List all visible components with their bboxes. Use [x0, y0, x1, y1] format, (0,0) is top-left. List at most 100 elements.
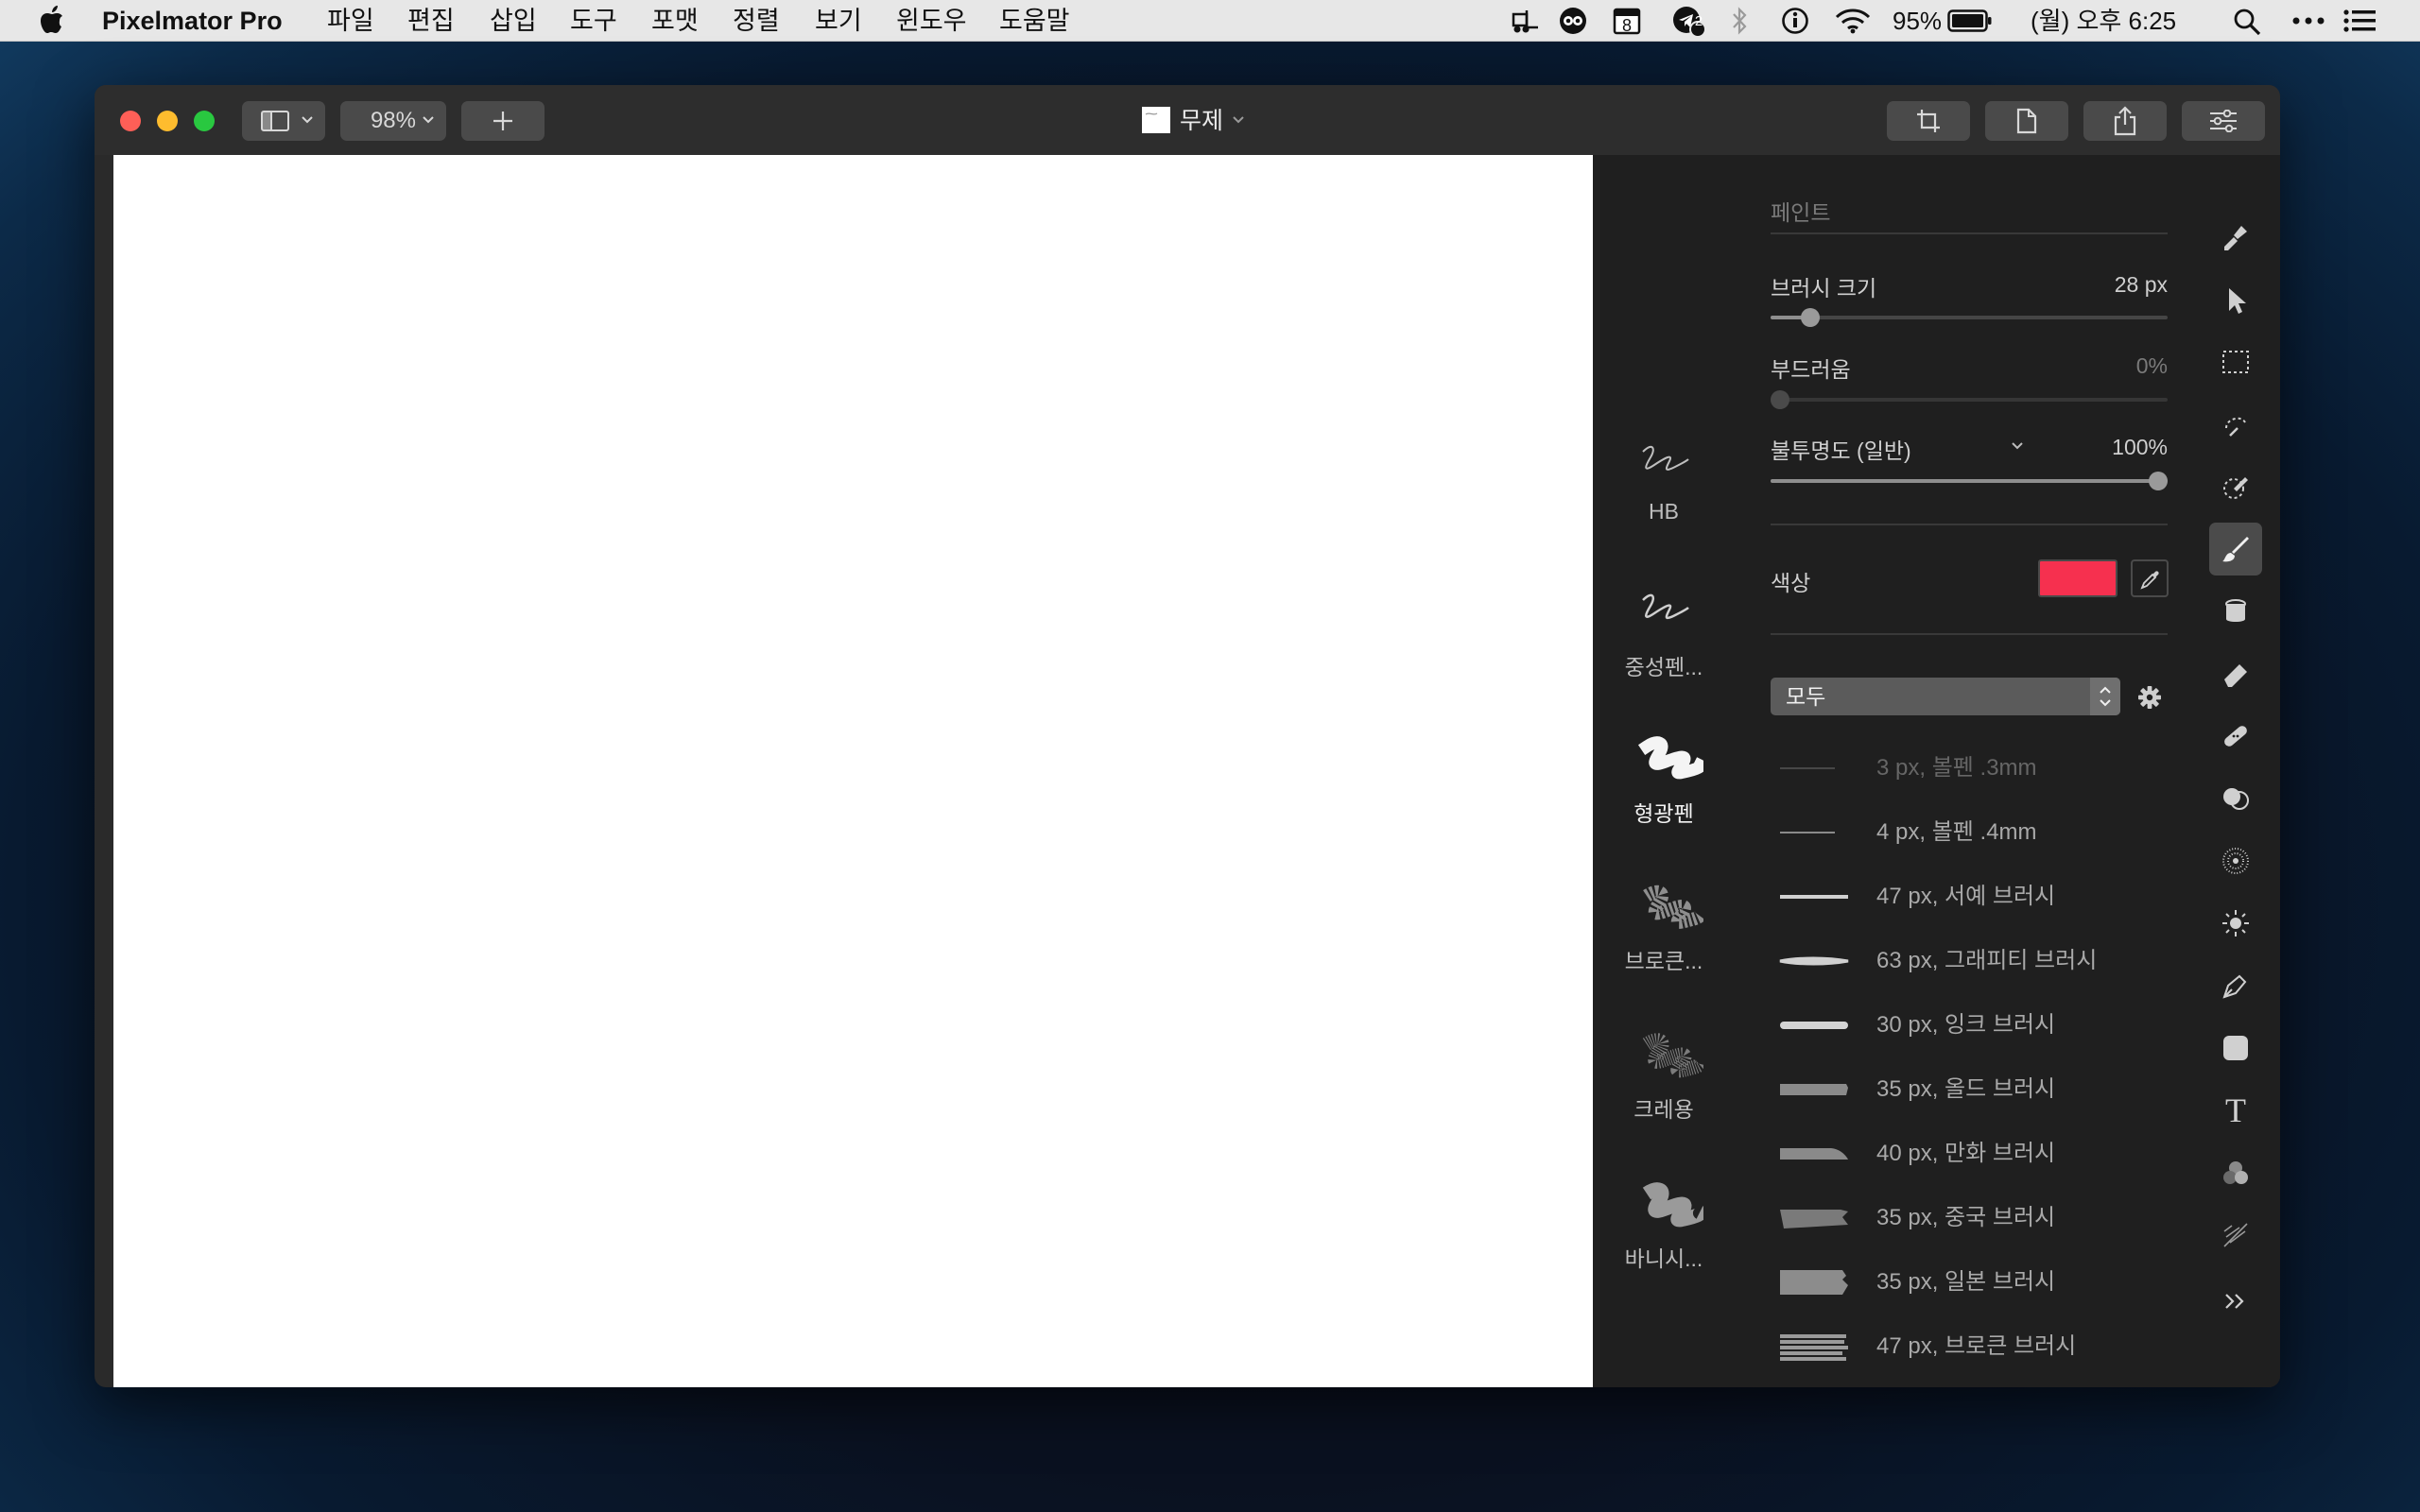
brush-item[interactable]: 63 px, 그래피티 브러시	[1771, 934, 2215, 988]
menu-help[interactable]: 도움말	[999, 0, 1070, 42]
opacity-slider[interactable]	[1771, 472, 2168, 490]
brush-item-label: 35 px, 중국 브러시	[1876, 1205, 2056, 1230]
zoom-value: 98%	[370, 108, 416, 133]
tool-style[interactable]	[2209, 211, 2262, 264]
add-button[interactable]	[461, 101, 544, 141]
tool-rect-select[interactable]	[2209, 335, 2262, 388]
brush-item[interactable]: 47 px, 브로큰 브러시	[1771, 1319, 2215, 1374]
brush-item-label: 47 px, 브로큰 브러시	[1876, 1333, 2077, 1359]
title-bar[interactable]: 98% 무제	[95, 85, 2280, 155]
menu-view[interactable]: 보기	[815, 0, 862, 42]
brush-size-slider[interactable]	[1771, 308, 2168, 327]
tool-type[interactable]: T	[2209, 1084, 2262, 1137]
menu-file[interactable]: 파일	[327, 0, 374, 42]
crop-button[interactable]	[1887, 101, 1970, 141]
preset-varnish[interactable]: 바니시...	[1593, 1178, 1735, 1292]
softness-value[interactable]: 0%	[2035, 353, 2168, 379]
canvas[interactable]	[113, 155, 1593, 1387]
slider-knob[interactable]	[1771, 390, 1789, 409]
share-button[interactable]	[2083, 101, 2167, 141]
brush-item[interactable]: 35 px, 일본 브러시	[1771, 1255, 2215, 1310]
divider	[1771, 633, 2168, 635]
tool-more[interactable]	[2209, 1275, 2262, 1328]
info-icon[interactable]	[1781, 7, 1809, 35]
tool-clone[interactable]	[2209, 772, 2262, 825]
clone-icon	[2223, 788, 2249, 810]
preset-label: 크레용	[1634, 1097, 1694, 1122]
preset-hb[interactable]: HB	[1593, 438, 1735, 552]
tool-effects[interactable]	[2209, 897, 2262, 950]
brush-item[interactable]: 30 px, 잉크 브러시	[1771, 998, 2215, 1053]
category-select-value: 모두	[1786, 684, 1826, 709]
adjustments-button[interactable]	[2182, 101, 2265, 141]
slider-knob[interactable]	[1801, 308, 1820, 327]
repair-icon	[2224, 726, 2247, 747]
slider-knob[interactable]	[2149, 472, 2168, 490]
gear-icon[interactable]	[2137, 685, 2162, 710]
chevron-down-icon	[302, 116, 313, 124]
softness-slider[interactable]	[1771, 390, 2168, 409]
zoom-dropdown[interactable]: 98%	[340, 101, 446, 141]
highlighter-stroke-icon	[1637, 736, 1703, 780]
chevron-down-icon[interactable]	[1232, 115, 1245, 125]
tool-paint[interactable]	[2209, 523, 2262, 576]
preset-gel-pen[interactable]: 중성펜...	[1593, 587, 1735, 700]
more-menu-icon[interactable]	[2291, 15, 2325, 26]
brush-stroke-preview	[1780, 1210, 1848, 1228]
brush-item[interactable]: 3 px, 볼펜 .3mm	[1771, 741, 2215, 796]
tool-erase[interactable]	[2209, 647, 2262, 700]
menu-arrange[interactable]: 정렬	[733, 0, 780, 42]
tool-shape[interactable]	[2209, 1022, 2262, 1074]
category-select[interactable]: 모두	[1771, 678, 2120, 715]
zoom-button[interactable]	[194, 111, 215, 131]
brush-item[interactable]: 35 px, 중국 브러시	[1771, 1191, 2215, 1246]
apple-icon[interactable]	[40, 6, 64, 34]
tool-distort[interactable]	[2209, 834, 2262, 887]
app-menu[interactable]: Pixelmator Pro	[102, 0, 283, 42]
preset-crayon[interactable]: 크레용	[1593, 1029, 1735, 1143]
spotlight-icon[interactable]	[2233, 8, 2261, 36]
divider	[1771, 524, 2168, 525]
document-thumbnail-icon	[1142, 107, 1170, 133]
eyedropper-button[interactable]	[2131, 559, 2169, 597]
opacity-label[interactable]: 불투명도 (일반)	[1771, 433, 1911, 465]
tool-repair[interactable]	[2209, 710, 2262, 763]
notification-center-icon[interactable]	[2342, 8, 2377, 34]
tool-slice[interactable]	[2209, 1209, 2262, 1262]
tool-paint-bucket[interactable]	[2209, 585, 2262, 638]
tool-magic-select[interactable]	[2209, 398, 2262, 451]
format-button[interactable]	[1985, 101, 2068, 141]
battery-icon[interactable]	[1947, 9, 1993, 32]
opacity-value[interactable]: 100%	[2035, 435, 2168, 460]
brush-item-label: 47 px, 서예 브러시	[1876, 884, 2056, 909]
tool-color-picker[interactable]	[2209, 1146, 2262, 1199]
document-title[interactable]: 무제	[1180, 104, 1223, 138]
bluetooth-icon[interactable]	[1729, 7, 1750, 35]
menu-window[interactable]: 윈도우	[896, 0, 967, 42]
brush-stroke-preview	[1780, 1334, 1848, 1361]
brush-item[interactable]: 35 px, 올드 브러시	[1771, 1062, 2215, 1117]
wifi-icon[interactable]	[1834, 8, 1872, 34]
brush-item[interactable]: 47 px, 서예 브러시	[1771, 869, 2215, 924]
minimize-button[interactable]	[157, 111, 178, 131]
brush-size-value[interactable]: 28 px	[2035, 272, 2168, 298]
tool-pen[interactable]	[2209, 959, 2262, 1012]
menu-tools[interactable]: 도구	[570, 0, 617, 42]
brush-item[interactable]: 40 px, 만화 브러시	[1771, 1126, 2215, 1181]
erase-icon	[2224, 664, 2247, 687]
menu-insert[interactable]: 삽입	[490, 0, 537, 42]
owl-icon[interactable]	[1559, 7, 1587, 35]
sidebar-toggle-button[interactable]	[242, 101, 325, 141]
forklift-icon[interactable]	[1511, 7, 1543, 35]
preset-broken[interactable]: 브로큰...	[1593, 881, 1735, 994]
color-swatch[interactable]	[2038, 559, 2118, 597]
menu-edit[interactable]: 편집	[407, 0, 455, 42]
preset-highlighter[interactable]: 형광펜	[1593, 733, 1735, 847]
brush-item[interactable]: 4 px, 볼펜 .4mm	[1771, 805, 2215, 860]
chevron-down-icon[interactable]	[2011, 441, 2024, 451]
tool-color-adjust[interactable]	[2209, 460, 2262, 513]
close-button[interactable]	[120, 111, 141, 131]
menu-format[interactable]: 포맷	[651, 0, 699, 42]
clock[interactable]: (월) 오후 6:25	[2031, 0, 2176, 42]
tool-arrange[interactable]	[2209, 274, 2262, 327]
